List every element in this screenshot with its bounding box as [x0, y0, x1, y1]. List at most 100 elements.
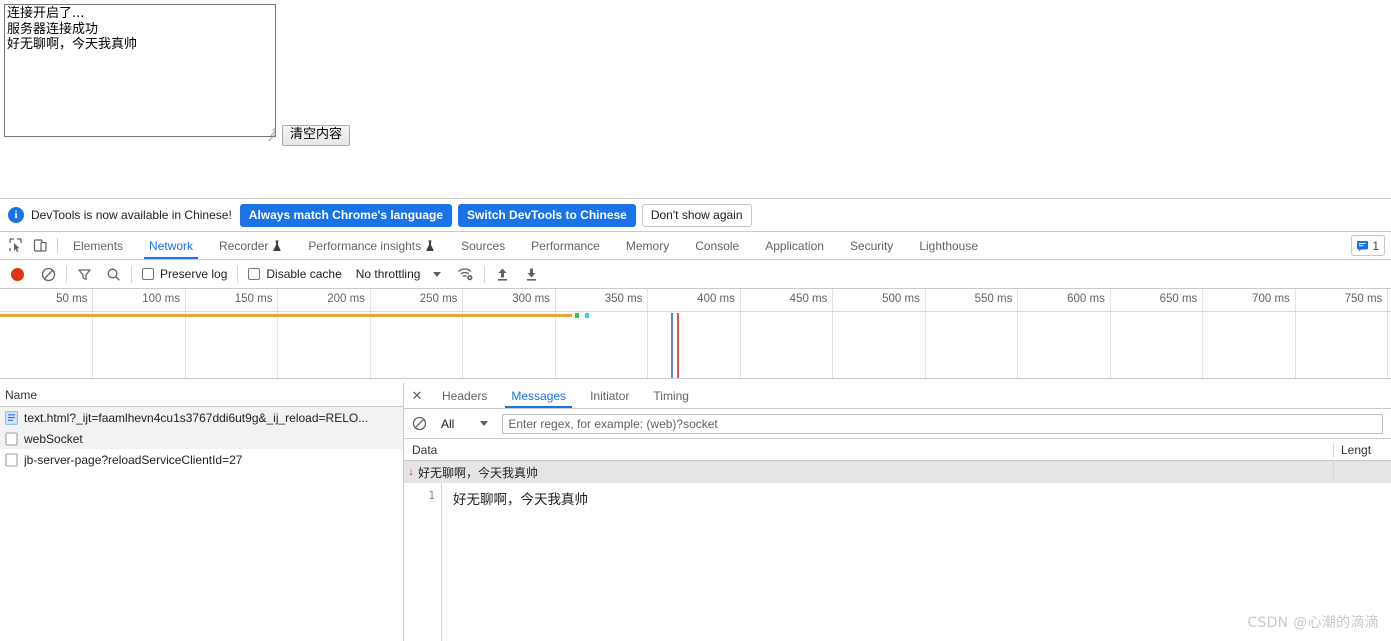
network-overview-timeline[interactable]: 50 ms 100 ms 150 ms 200 ms 250 ms 300 ms 350 m…	[0, 289, 1391, 379]
download-icon	[527, 268, 537, 281]
clear-content-button[interactable]: 清空内容	[282, 125, 351, 146]
preview-text[interactable]: 好无聊啊，今天我真帅	[442, 483, 588, 641]
message-row[interactable]: ↓ 好无聊啊，今天我真帅	[404, 461, 1391, 483]
clear-icon	[412, 416, 427, 431]
timeline-gridline	[647, 289, 649, 378]
info-icon: i	[8, 207, 24, 223]
console-message-badge[interactable]: 1	[1351, 235, 1385, 256]
message-type-filter[interactable]: All	[441, 417, 454, 431]
timeline-gridline	[1109, 289, 1111, 378]
tab-performance-insights[interactable]: Performance insights	[295, 232, 448, 259]
chevron-down-icon[interactable]	[480, 421, 489, 426]
timeline-tick-label: 100 ms	[142, 293, 180, 305]
tab-application[interactable]: Application	[752, 232, 837, 259]
detail-tab-label: Headers	[442, 388, 488, 403]
disable-cache-checkbox[interactable]: Disable cache	[248, 267, 342, 281]
record-button[interactable]	[11, 267, 24, 281]
detail-tab-messages[interactable]: Messages	[499, 383, 578, 408]
timeline-gridline	[924, 289, 926, 378]
tab-network[interactable]: Network	[136, 232, 206, 259]
close-icon[interactable]: ✕	[404, 383, 430, 408]
detail-tab-timing[interactable]: Timing	[641, 383, 701, 408]
import-har-button[interactable]	[495, 267, 510, 282]
timeline-tick-label: 150 ms	[234, 293, 273, 305]
tab-label: Console	[695, 238, 740, 253]
timeline-gridline	[462, 289, 464, 378]
web-page-area: 连接开启了... 服务器连接成功 好无聊啊，今天我真帅 清空内容	[0, 0, 1391, 198]
requests-column-header: Name	[0, 383, 403, 407]
tab-label: Memory	[625, 238, 670, 253]
clear-messages-button[interactable]	[412, 416, 427, 431]
request-row-0[interactable]: text.html?_ijt=faamlhevn4cu1s3767ddi6ut9…	[0, 407, 403, 428]
request-name: text.html?_ijt=faamlhevn4cu1s3767ddi6ut9…	[24, 410, 369, 425]
tabbar-divider	[57, 238, 58, 253]
flask-icon	[273, 239, 282, 251]
timeline-event-domcontentloaded	[671, 313, 674, 378]
detail-tab-label: Timing	[653, 388, 689, 403]
timeline-tick-label: 200 ms	[327, 293, 365, 305]
checkbox-box	[248, 268, 261, 280]
screenshot-root: 连接开启了... 服务器连接成功 好无聊啊，今天我真帅 清空内容 i DevTo…	[0, 0, 1391, 641]
timeline-tick-label: 750 ms	[1344, 293, 1383, 305]
tab-label: Performance insights	[308, 238, 422, 253]
toolbar-divider	[66, 265, 67, 283]
chat-log-textarea[interactable]: 连接开启了... 服务器连接成功 好无聊啊，今天我真帅	[4, 4, 276, 137]
dont-show-again-button[interactable]: Don't show again	[641, 203, 752, 227]
requests-pane: Name text.html?_ijt=faamlhevn4cu1s3767dd…	[0, 383, 404, 641]
tab-label: Performance	[531, 238, 600, 253]
messages-regex-input[interactable]	[502, 413, 1383, 434]
detail-tab-label: Messages	[511, 388, 567, 403]
message-length	[1333, 461, 1391, 483]
chevron-down-icon[interactable]	[433, 271, 442, 277]
devtools-tool-icons	[0, 232, 55, 259]
tab-sources[interactable]: Sources	[448, 232, 518, 259]
timeline-request-bar	[0, 314, 572, 317]
search-button[interactable]	[106, 267, 121, 282]
tab-label: Elements	[73, 238, 124, 253]
request-row-1[interactable]: webSocket	[0, 428, 403, 449]
timeline-gridline	[1294, 289, 1296, 378]
timeline-tick-label: 50 ms	[56, 293, 88, 305]
request-name: jb-server-page?reloadServiceClientId=27	[24, 452, 243, 467]
tab-performance[interactable]: Performance	[518, 232, 613, 259]
language-info-bar: i DevTools is now available in Chinese! …	[0, 199, 1391, 232]
filter-button[interactable]	[77, 267, 92, 282]
tab-lighthouse[interactable]: Lighthouse	[906, 232, 991, 259]
devtools-tab-list: Elements Network Recorder Performance in…	[60, 232, 1351, 259]
detail-tab-initiator[interactable]: Initiator	[578, 383, 641, 408]
timeline-tick-label: 650 ms	[1159, 293, 1198, 305]
detail-tab-label: Initiator	[590, 388, 630, 403]
timeline-cyan-marker	[584, 313, 589, 318]
timeline-gridline	[1017, 289, 1019, 378]
tab-memory[interactable]: Memory	[613, 232, 682, 259]
network-conditions-button[interactable]	[457, 267, 474, 282]
timeline-green-marker	[575, 313, 580, 318]
search-icon	[107, 268, 120, 281]
detail-tab-headers[interactable]: Headers	[430, 383, 499, 408]
devtools-panel: i DevTools is now available in Chinese! …	[0, 198, 1391, 641]
timeline-ruler: 50 ms 100 ms 150 ms 200 ms 250 ms 300 ms 350 m…	[0, 289, 1391, 378]
throttling-selector[interactable]: No throttling	[356, 267, 421, 281]
inspect-element-icon[interactable]	[7, 237, 24, 254]
timeline-tick-label: 300 ms	[512, 293, 550, 305]
preserve-log-checkbox[interactable]: Preserve log	[142, 267, 227, 281]
message-icon	[1357, 241, 1369, 252]
timeline-gridline	[92, 289, 94, 378]
tab-console[interactable]: Console	[682, 232, 752, 259]
toolbar-divider-2	[131, 265, 132, 283]
upload-icon	[498, 268, 508, 281]
timeline-tick-label: 250 ms	[419, 293, 458, 305]
timeline-gridline	[1202, 289, 1204, 378]
clear-network-log-button[interactable]	[41, 267, 56, 282]
tab-recorder[interactable]: Recorder	[206, 232, 295, 259]
always-match-language-button[interactable]: Always match Chrome's language	[239, 203, 453, 227]
generic-file-icon	[5, 431, 18, 446]
request-row-2[interactable]: jb-server-page?reloadServiceClientId=27	[0, 449, 403, 470]
tab-security[interactable]: Security	[837, 232, 906, 259]
tab-elements[interactable]: Elements	[60, 232, 136, 259]
switch-to-chinese-button[interactable]: Switch DevTools to Chinese	[458, 203, 636, 227]
timeline-gridline	[739, 289, 741, 378]
toggle-device-toolbar-icon[interactable]	[32, 237, 49, 254]
export-har-button[interactable]	[524, 267, 539, 282]
devtools-tabbar: Elements Network Recorder Performance in…	[0, 232, 1391, 260]
